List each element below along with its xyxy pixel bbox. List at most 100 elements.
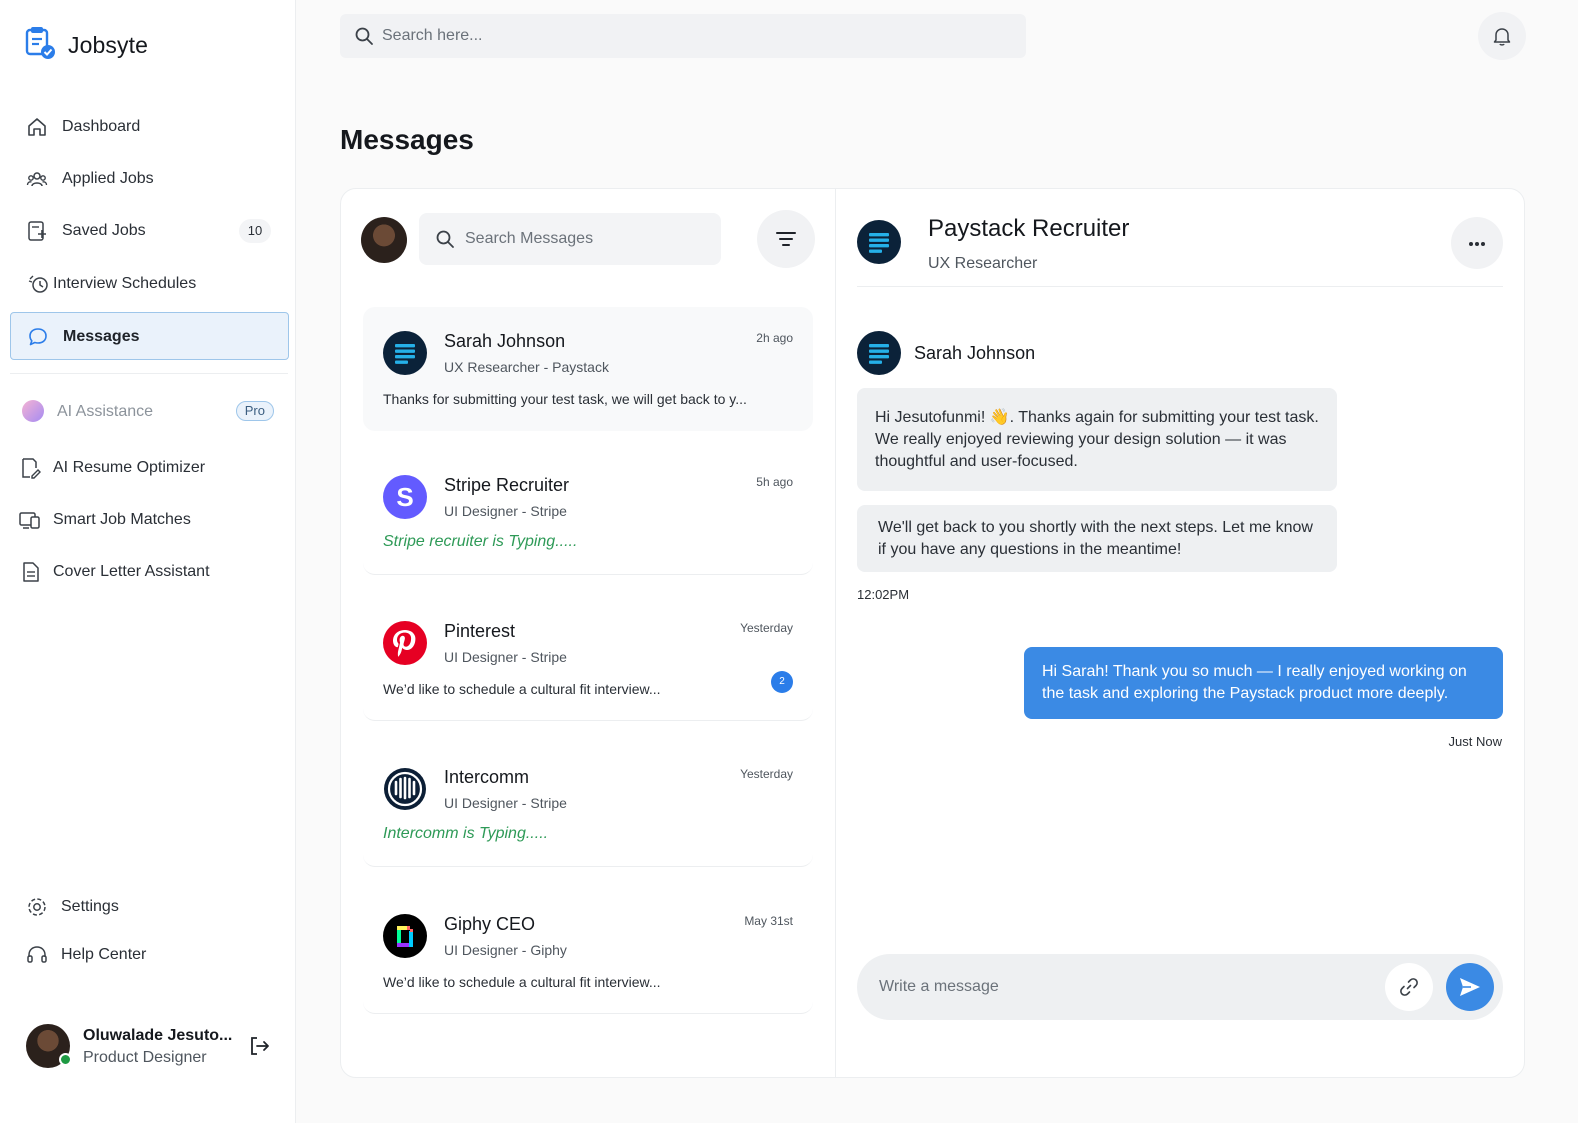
user-role: Product Designer (83, 1049, 207, 1066)
sidebar-item-ai-resume-optimizer[interactable]: AI Resume Optimizer (10, 444, 289, 492)
more-dot (1481, 242, 1485, 246)
conversation-role: UX Researcher - Paystack (444, 359, 609, 375)
chat-bubble-icon (27, 326, 49, 348)
conversation-time: 5h ago (756, 475, 793, 489)
headset-icon (26, 944, 48, 966)
sidebar-item-label: Interview Schedules (53, 275, 197, 292)
avatar[interactable] (361, 217, 407, 263)
conversation-name: Giphy CEO (444, 914, 536, 934)
conversation-preview: Thanks for submitting your test task, we… (383, 391, 747, 407)
conversation-role: UI Designer - Stripe (444, 503, 567, 519)
typing-indicator: Intercomm is Typing..... (383, 825, 549, 842)
global-search-input[interactable] (382, 14, 1002, 58)
conversation-time: Yesterday (740, 621, 793, 635)
document-icon (20, 561, 42, 583)
more-dot (1475, 242, 1479, 246)
incoming-message-time: 12:02PM (857, 587, 910, 602)
sidebar-item-label: Smart Job Matches (53, 511, 191, 528)
sidebar-item-label: Saved Jobs (62, 222, 146, 239)
unread-count-badge: 2 (771, 671, 793, 693)
logo-icon (24, 26, 56, 65)
sidebar-item-dashboard[interactable]: Dashboard (10, 103, 289, 151)
sidebar-item-help-center[interactable]: Help Center (10, 931, 289, 979)
user-name: Oluwalade Jesuto... (83, 1027, 233, 1044)
filter-button[interactable] (757, 210, 815, 268)
conversation-name: Intercomm (444, 767, 530, 787)
sidebar: Jobsyte Dashboard Applied Jobs Saved Job… (0, 0, 296, 1123)
sidebar-item-cover-letter-assistant[interactable]: Cover Letter Assistant (10, 548, 289, 596)
sidebar-divider (10, 373, 288, 374)
sidebar-item-settings[interactable]: Settings (10, 883, 289, 931)
global-search[interactable] (340, 14, 1026, 58)
conversation-item[interactable]: Intercomm Yesterday UI Designer - Stripe… (363, 743, 813, 867)
alarm-clock-icon (28, 273, 50, 295)
sidebar-item-label: Settings (61, 898, 119, 915)
page-title: Messages (340, 124, 474, 155)
saved-doc-icon (26, 220, 48, 242)
devices-icon (19, 509, 41, 531)
conversation-name: Pinterest (444, 621, 516, 641)
sidebar-item-messages[interactable]: Messages (10, 312, 289, 360)
conversation-item[interactable]: Sarah Johnson 2h ago UX Researcher - Pay… (363, 307, 813, 431)
users-icon (26, 168, 48, 190)
paystack-logo-icon (857, 331, 901, 375)
sidebar-item-label: AI Resume Optimizer (53, 459, 206, 476)
message-input[interactable] (879, 954, 1379, 1020)
notifications-button[interactable] (1478, 12, 1526, 60)
typing-indicator: Stripe recruiter is Typing..... (383, 533, 578, 550)
conversation-item[interactable]: Pinterest Yesterday UI Designer - Stripe… (363, 597, 813, 721)
pinterest-logo-icon (383, 621, 427, 665)
paystack-logo-icon (383, 331, 427, 375)
search-icon (354, 26, 374, 46)
stripe-logo-icon: S (383, 475, 427, 519)
app-logo[interactable]: Jobsyte (24, 26, 148, 65)
conversation-time: May 31st (744, 914, 793, 928)
sidebar-item-interview-schedules[interactable]: Interview Schedules (10, 260, 289, 308)
conversation-preview: We’d like to schedule a cultural fit int… (383, 681, 661, 697)
conversation-time: Yesterday (740, 767, 793, 781)
logout-icon[interactable] (248, 1034, 272, 1058)
more-dot (1469, 242, 1473, 246)
app-name: Jobsyte (68, 32, 148, 58)
ai-assistance-section[interactable]: AI Assistance Pro (22, 398, 276, 424)
panel-divider (835, 189, 836, 1077)
ai-assistance-label: AI Assistance (57, 403, 154, 420)
pro-badge: Pro (235, 401, 274, 421)
search-icon (435, 229, 455, 249)
conversation-role: UI Designer - Stripe (444, 649, 567, 665)
more-options-button[interactable] (1451, 217, 1503, 269)
conversation-role: UI Designer - Giphy (444, 942, 567, 958)
saved-jobs-count-badge: 10 (239, 219, 271, 243)
sidebar-item-applied-jobs[interactable]: Applied Jobs (10, 155, 289, 203)
sidebar-item-smart-job-matches[interactable]: Smart Job Matches (10, 496, 289, 544)
chat-title: Paystack Recruiter (928, 215, 1130, 242)
messages-panel: Sarah Johnson 2h ago UX Researcher - Pay… (340, 188, 1525, 1078)
message-search[interactable] (419, 213, 721, 265)
resume-edit-icon (19, 457, 41, 479)
paystack-logo-icon (857, 220, 901, 264)
sidebar-item-label: Help Center (61, 946, 147, 963)
conversation-role: UI Designer - Stripe (444, 795, 567, 811)
incoming-message: Hi Jesutofunmi! 👋. Thanks again for subm… (857, 388, 1337, 491)
chat-subtitle: UX Researcher (928, 255, 1038, 272)
outgoing-message-time: Just Now (1448, 734, 1502, 749)
sidebar-item-label: Cover Letter Assistant (53, 563, 210, 580)
conversation-item[interactable]: Giphy CEO May 31st UI Designer - Giphy W… (363, 890, 813, 1014)
ai-orb-icon (22, 400, 44, 422)
sidebar-item-saved-jobs[interactable]: Saved Jobs 10 (10, 207, 289, 255)
intercom-logo-icon (383, 767, 427, 811)
conversation-name: Sarah Johnson (444, 331, 566, 351)
user-profile-card[interactable]: Oluwalade Jesuto... Product Designer (26, 1024, 276, 1070)
conversation-name: Stripe Recruiter (444, 475, 570, 495)
conversation-preview: We’d like to schedule a cultural fit int… (383, 974, 661, 990)
message-search-input[interactable] (465, 213, 705, 265)
home-icon (26, 116, 48, 138)
message-composer (857, 954, 1503, 1020)
conversation-item[interactable]: S Stripe Recruiter 5h ago UI Designer - … (363, 451, 813, 575)
attach-button[interactable] (1385, 963, 1433, 1011)
gear-icon (26, 896, 48, 918)
send-button[interactable] (1446, 963, 1494, 1011)
message-sender-name: Sarah Johnson (914, 343, 1036, 363)
outgoing-message: Hi Sarah! Thank you so much — I really e… (1024, 647, 1503, 719)
sidebar-item-label: Messages (63, 328, 140, 345)
